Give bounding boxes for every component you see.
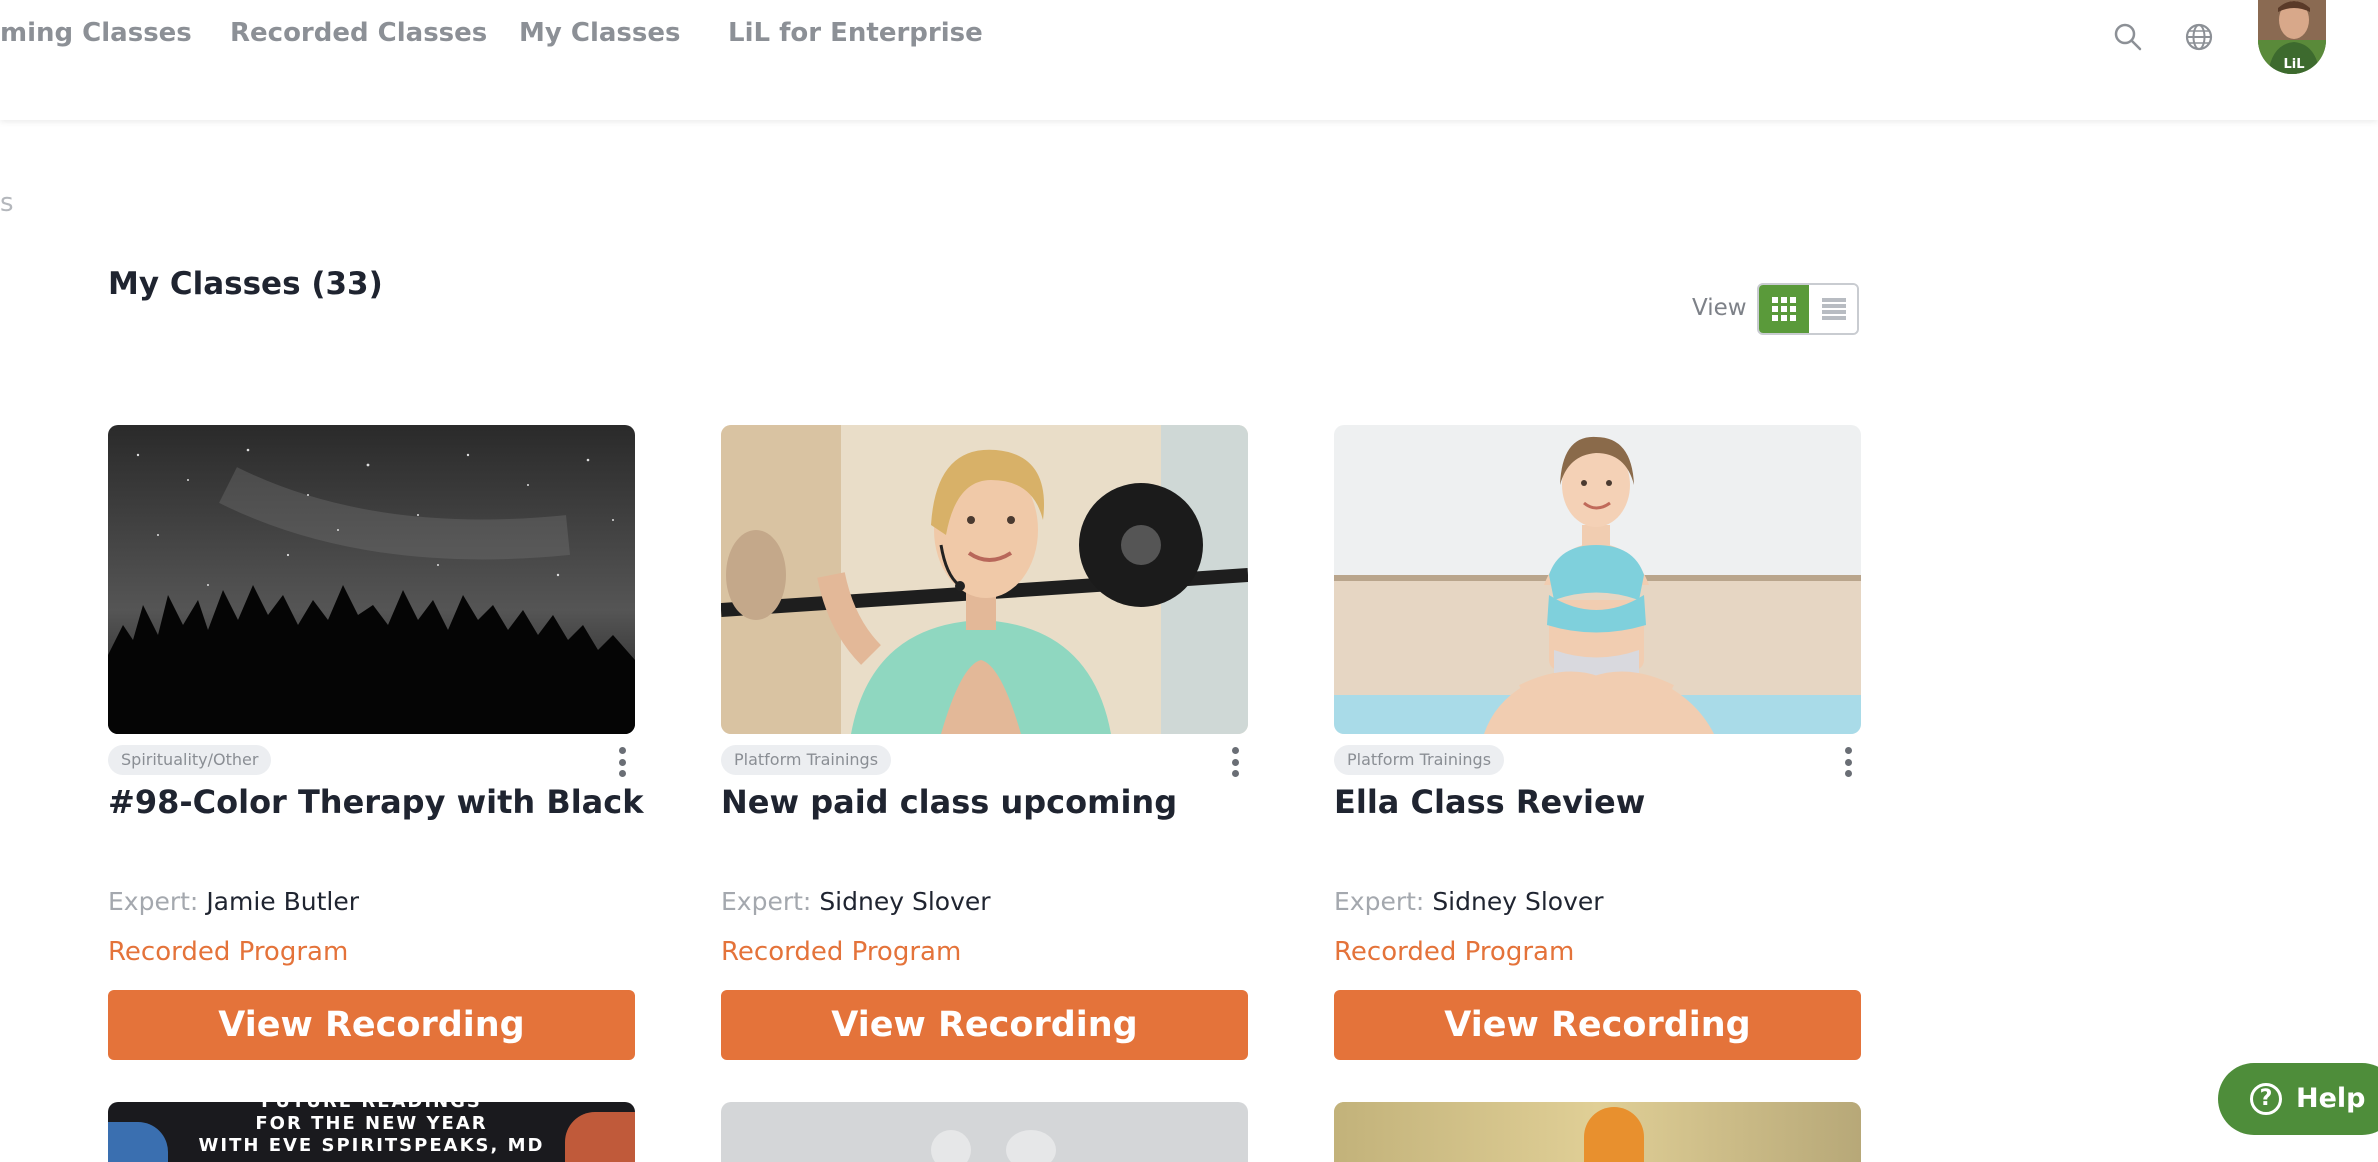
nav-my-classes[interactable]: My Classes (519, 18, 680, 48)
more-options-icon[interactable] (1841, 747, 1855, 777)
class-thumbnail[interactable] (721, 1102, 1248, 1162)
top-nav-bar: ming Classes Recorded Classes My Classes… (0, 0, 2378, 120)
grid-view-button[interactable] (1759, 285, 1809, 333)
expert-label: Expert: (108, 887, 199, 916)
view-label: View (1692, 295, 1747, 321)
expert-line: Expert: Sidney Slover (1334, 887, 1604, 916)
help-button[interactable]: ? Help (2218, 1063, 2378, 1135)
class-thumbnail[interactable] (1334, 425, 1861, 734)
program-type: Recorded Program (108, 937, 349, 967)
class-title[interactable]: #98-Color Therapy with Black (108, 783, 644, 821)
class-thumbnail[interactable] (721, 425, 1248, 734)
nav-recorded-classes[interactable]: Recorded Classes (230, 18, 487, 48)
view-recording-button[interactable]: View Recording (1334, 990, 1861, 1060)
nav-lil-for-enterprise[interactable]: LiL for Enterprise (728, 18, 983, 48)
expert-line: Expert: Jamie Butler (108, 887, 359, 916)
thumbnail-text: FUTURE READINGS (108, 1102, 635, 1112)
expert-label: Expert: (1334, 887, 1425, 916)
view-recording-button[interactable]: View Recording (721, 990, 1248, 1060)
thumbnail-text: WITH EVE SPIRITSPEAKS, MD (198, 1135, 545, 1156)
category-tag: Platform Trainings (1334, 745, 1505, 775)
view-toggle (1757, 283, 1859, 335)
search-icon[interactable] (2111, 20, 2145, 54)
more-options-icon[interactable] (1228, 747, 1242, 777)
category-tag: Spirituality/Other (108, 745, 272, 775)
nav-upcoming-classes[interactable]: ming Classes (0, 18, 192, 48)
list-icon (1822, 298, 1846, 320)
class-title[interactable]: New paid class upcoming (721, 783, 1177, 821)
thumbnail-text: FOR THE NEW YEAR (255, 1113, 488, 1134)
avatar[interactable]: LiL (2258, 0, 2326, 74)
list-view-button[interactable] (1809, 285, 1857, 333)
more-options-icon[interactable] (615, 747, 629, 777)
program-type: Recorded Program (721, 937, 962, 967)
page-title: My Classes (33) (108, 266, 383, 302)
help-label: Help (2296, 1083, 2366, 1114)
expert-line: Expert: Sidney Slover (721, 887, 991, 916)
breadcrumb[interactable]: s (0, 188, 14, 218)
grid-icon (1772, 297, 1796, 321)
expert-name: Sidney Slover (1432, 887, 1604, 916)
view-recording-button[interactable]: View Recording (108, 990, 635, 1060)
class-thumbnail[interactable]: FUTURE READINGS FOR THE NEW YEAR WITH EV… (108, 1102, 635, 1162)
question-icon: ? (2250, 1083, 2282, 1115)
expert-name: Jamie Butler (206, 887, 360, 916)
expert-label: Expert: (721, 887, 812, 916)
category-tag: Platform Trainings (721, 745, 892, 775)
expert-name: Sidney Slover (819, 887, 991, 916)
svg-text:LiL: LiL (2283, 57, 2304, 72)
class-thumbnail[interactable] (1334, 1102, 1861, 1162)
program-type: Recorded Program (1334, 937, 1575, 967)
class-title[interactable]: Ella Class Review (1334, 783, 1645, 821)
globe-icon[interactable] (2182, 20, 2216, 54)
class-thumbnail[interactable] (108, 425, 635, 734)
